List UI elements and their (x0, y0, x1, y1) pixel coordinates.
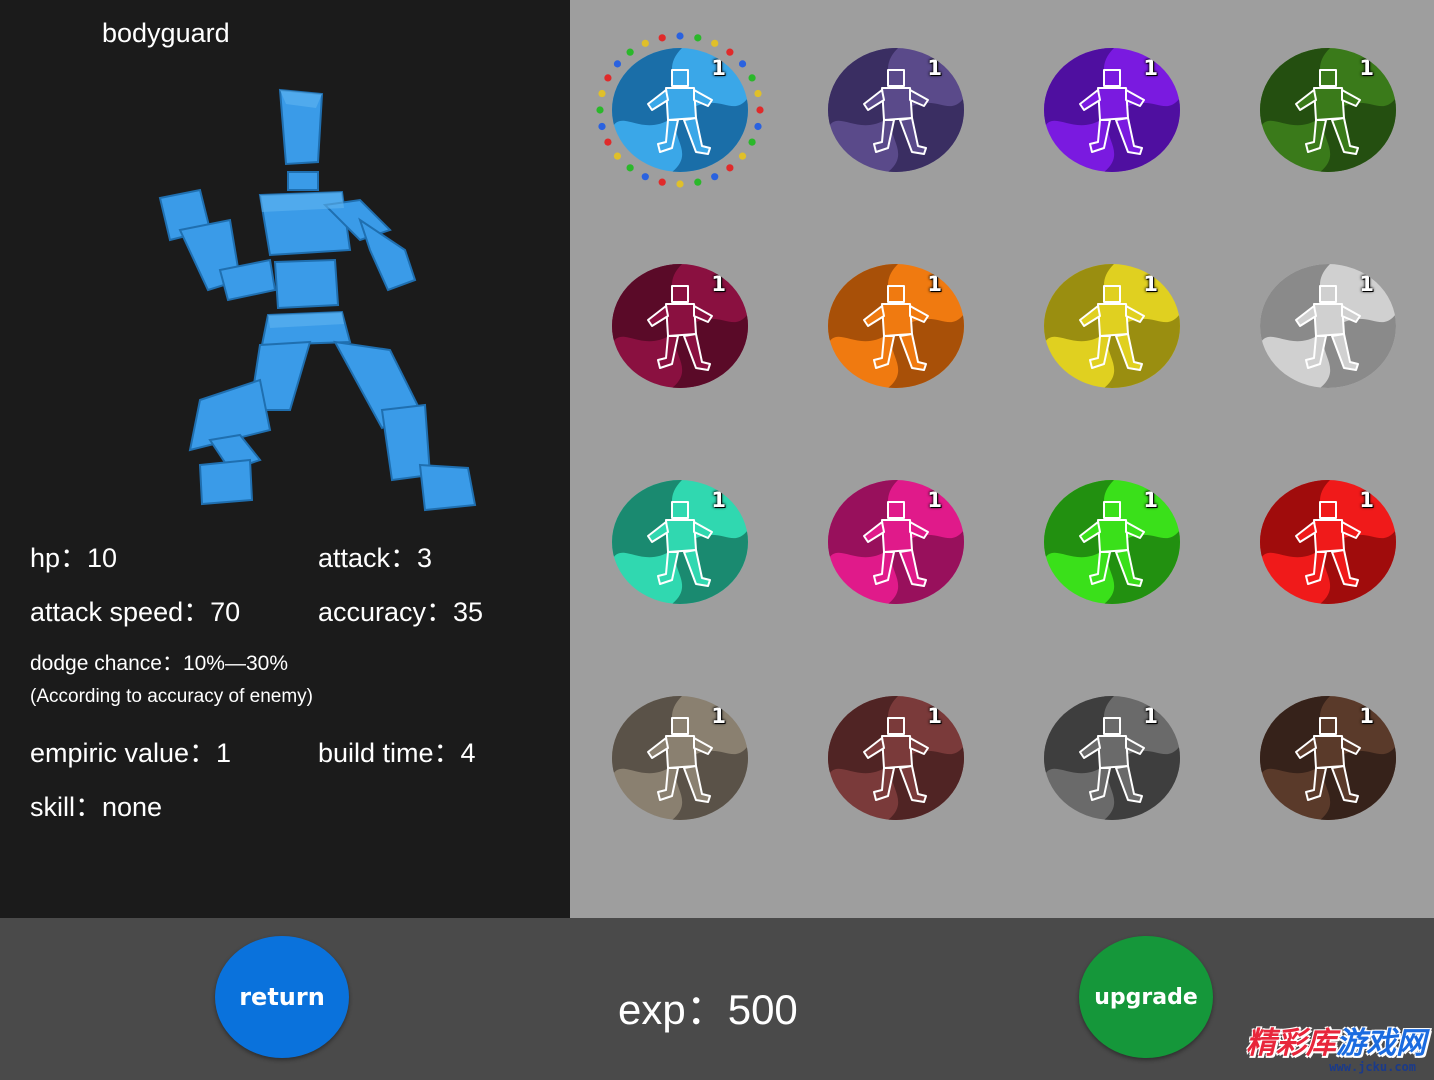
stat-dodge-note: (According to accuracy of enemy) (30, 686, 314, 707)
unit-card-archer[interactable]: 1 (1260, 48, 1396, 172)
crossbow-icon (612, 264, 748, 388)
berserker-icon (1260, 480, 1396, 604)
stat-dodge-chance: dodge chance：10%—30% (30, 652, 289, 675)
spearman-icon (828, 48, 964, 172)
greatsword-icon (1044, 264, 1180, 388)
fighter-icon (612, 48, 748, 172)
boxer-icon (828, 264, 964, 388)
shield-knight-icon (1044, 696, 1180, 820)
hammer-icon (1260, 696, 1396, 820)
puncher-icon (1044, 480, 1180, 604)
unit-level-badge: 1 (927, 56, 942, 80)
unit-card-swordsman[interactable]: 1 (1044, 264, 1180, 388)
stat-accuracy: accuracy：35 (318, 597, 484, 627)
watermark-text-blue: 游戏网 (1336, 1026, 1426, 1061)
unit-detail-panel: bodyguard hp：10 attack：3 attack speed：70… (0, 0, 570, 918)
unit-card-crossbowman[interactable]: 1 (612, 264, 748, 388)
unit-level-badge: 1 (711, 704, 726, 728)
unit-level-badge: 1 (927, 704, 942, 728)
archer-icon (1260, 48, 1396, 172)
stat-build-time: build time：4 (318, 738, 476, 768)
watermark-url: www.jcku.com (1329, 1060, 1416, 1074)
brute-icon (1044, 48, 1180, 172)
unit-card-hammerer[interactable]: 1 (1260, 696, 1396, 820)
unit-level-badge: 1 (711, 488, 726, 512)
mage-icon (1260, 264, 1396, 388)
watermark-text-red: 精彩库 (1246, 1026, 1336, 1061)
unit-level-badge: 1 (927, 272, 942, 296)
stat-hp: hp：10 (30, 543, 118, 573)
unit-card-dualblade[interactable]: 1 (828, 696, 964, 820)
return-button[interactable]: return (215, 936, 349, 1058)
unit-selection-grid: 1 1 1 1 1 1 1 1 1 1 1 1 1 1 1 1 (570, 0, 1434, 918)
unit-card-kicker[interactable]: 1 (828, 480, 964, 604)
unit-level-badge: 1 (1143, 704, 1158, 728)
unit-card-brute[interactable]: 1 (1044, 48, 1180, 172)
unit-name: bodyguard (102, 18, 230, 48)
dancer-icon (612, 480, 748, 604)
bow-icon (612, 696, 748, 820)
unit-card-knight[interactable]: 1 (1044, 696, 1180, 820)
exp-counter: exp：500 (618, 986, 798, 1033)
unit-card-bodyguard[interactable]: 1 (612, 48, 748, 172)
unit-card-boxer[interactable]: 1 (828, 264, 964, 388)
bottom-bar: return exp：500 upgrade 精彩库游戏网 www.jcku.c… (0, 918, 1434, 1080)
unit-card-ranger[interactable]: 1 (612, 696, 748, 820)
unit-card-puncher[interactable]: 1 (1044, 480, 1180, 604)
unit-level-badge: 1 (1359, 704, 1374, 728)
stat-empiric-value: empiric value：1 (30, 738, 232, 768)
stat-attack-speed: attack speed：70 (30, 597, 241, 627)
unit-level-badge: 1 (711, 56, 726, 80)
stat-attack: attack：3 (318, 543, 433, 573)
unit-level-badge: 1 (927, 488, 942, 512)
stat-skill: skill：none (30, 792, 163, 822)
upgrade-button[interactable]: upgrade (1079, 936, 1213, 1058)
kicker-icon (828, 480, 964, 604)
unit-card-mage[interactable]: 1 (1260, 264, 1396, 388)
unit-level-badge: 1 (1359, 56, 1374, 80)
unit-card-spearman[interactable]: 1 (828, 48, 964, 172)
unit-level-badge: 1 (1359, 272, 1374, 296)
unit-level-badge: 1 (1359, 488, 1374, 512)
unit-level-badge: 1 (1143, 272, 1158, 296)
dual-blade-icon (828, 696, 964, 820)
unit-level-badge: 1 (1143, 56, 1158, 80)
unit-card-dancer[interactable]: 1 (612, 480, 748, 604)
unit-card-berserker[interactable]: 1 (1260, 480, 1396, 604)
watermark-logo: 精彩库游戏网 www.jcku.com (1246, 1018, 1426, 1074)
unit-level-badge: 1 (711, 272, 726, 296)
unit-3d-model (158, 88, 477, 512)
unit-level-badge: 1 (1143, 488, 1158, 512)
